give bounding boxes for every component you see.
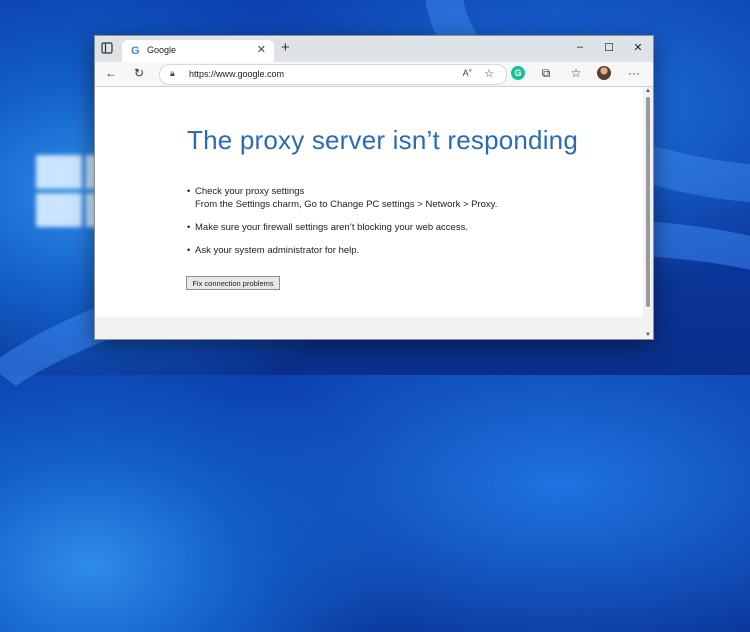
close-window-button[interactable]: ✕ (630, 41, 646, 54)
tip-item: Ask your system administrator for help. (187, 244, 497, 257)
tip-text: Check your proxy settings (195, 186, 305, 197)
scroll-thumb[interactable] (646, 97, 650, 307)
browser-tab[interactable]: G Google ✕ (122, 40, 274, 62)
scroll-down-icon[interactable]: ▼ (645, 332, 651, 338)
title-bar: G Google ✕ + – ☐ ✕ (95, 36, 653, 62)
tab-actions-icon[interactable] (101, 42, 115, 56)
tips-list: Check your proxy settings From the Setti… (187, 185, 497, 267)
profile-avatar[interactable] (597, 66, 611, 80)
back-icon[interactable]: ← (103, 66, 119, 80)
tip-text: Ask your system administrator for help. (195, 245, 360, 256)
tip-item: Check your proxy settings From the Setti… (187, 185, 497, 211)
favorite-icon[interactable]: ☆ (484, 67, 494, 80)
scrollbar[interactable]: ▲ ▼ (643, 87, 653, 339)
address-bar[interactable]: 🔒︎ https://www.google.com A» ☆ (159, 64, 507, 85)
maximize-button[interactable]: ☐ (601, 41, 617, 54)
grammarly-icon[interactable]: G (511, 66, 525, 80)
refresh-icon[interactable]: ↻ (131, 66, 147, 80)
close-icon[interactable]: ✕ (257, 43, 266, 56)
read-aloud-icon[interactable]: A» (463, 68, 472, 78)
page-content: The proxy server isn’t responding Check … (95, 87, 643, 339)
tab-title: Google (147, 45, 177, 55)
url-text[interactable]: https://www.google.com (189, 69, 284, 79)
more-icon[interactable]: ··· (626, 66, 642, 80)
error-headline: The proxy server isn’t responding (187, 125, 579, 155)
google-favicon-icon: G (131, 45, 140, 57)
tip-text: Make sure your firewall settings aren’t … (195, 222, 468, 233)
fix-connection-button[interactable]: Fix connection problems (186, 276, 280, 290)
toolbar: ← ↻ 🔒︎ https://www.google.com A» ☆ G ⧉ ☆… (95, 62, 653, 87)
browser-window: G Google ✕ + – ☐ ✕ ← ↻ 🔒︎ https://www.go… (94, 35, 654, 340)
scroll-up-icon[interactable]: ▲ (645, 88, 651, 94)
favorites-icon[interactable]: ☆ (568, 66, 584, 80)
page-bottom-strip (95, 317, 643, 339)
tip-subtext: From the Settings charm, Go to Change PC… (195, 199, 498, 210)
minimize-button[interactable]: – (572, 41, 588, 53)
plus-icon[interactable]: + (281, 39, 290, 56)
extensions-icon[interactable]: ⧉ (538, 66, 554, 81)
tip-item: Make sure your firewall settings aren’t … (187, 221, 497, 234)
lock-icon[interactable]: 🔒︎ (170, 68, 175, 79)
